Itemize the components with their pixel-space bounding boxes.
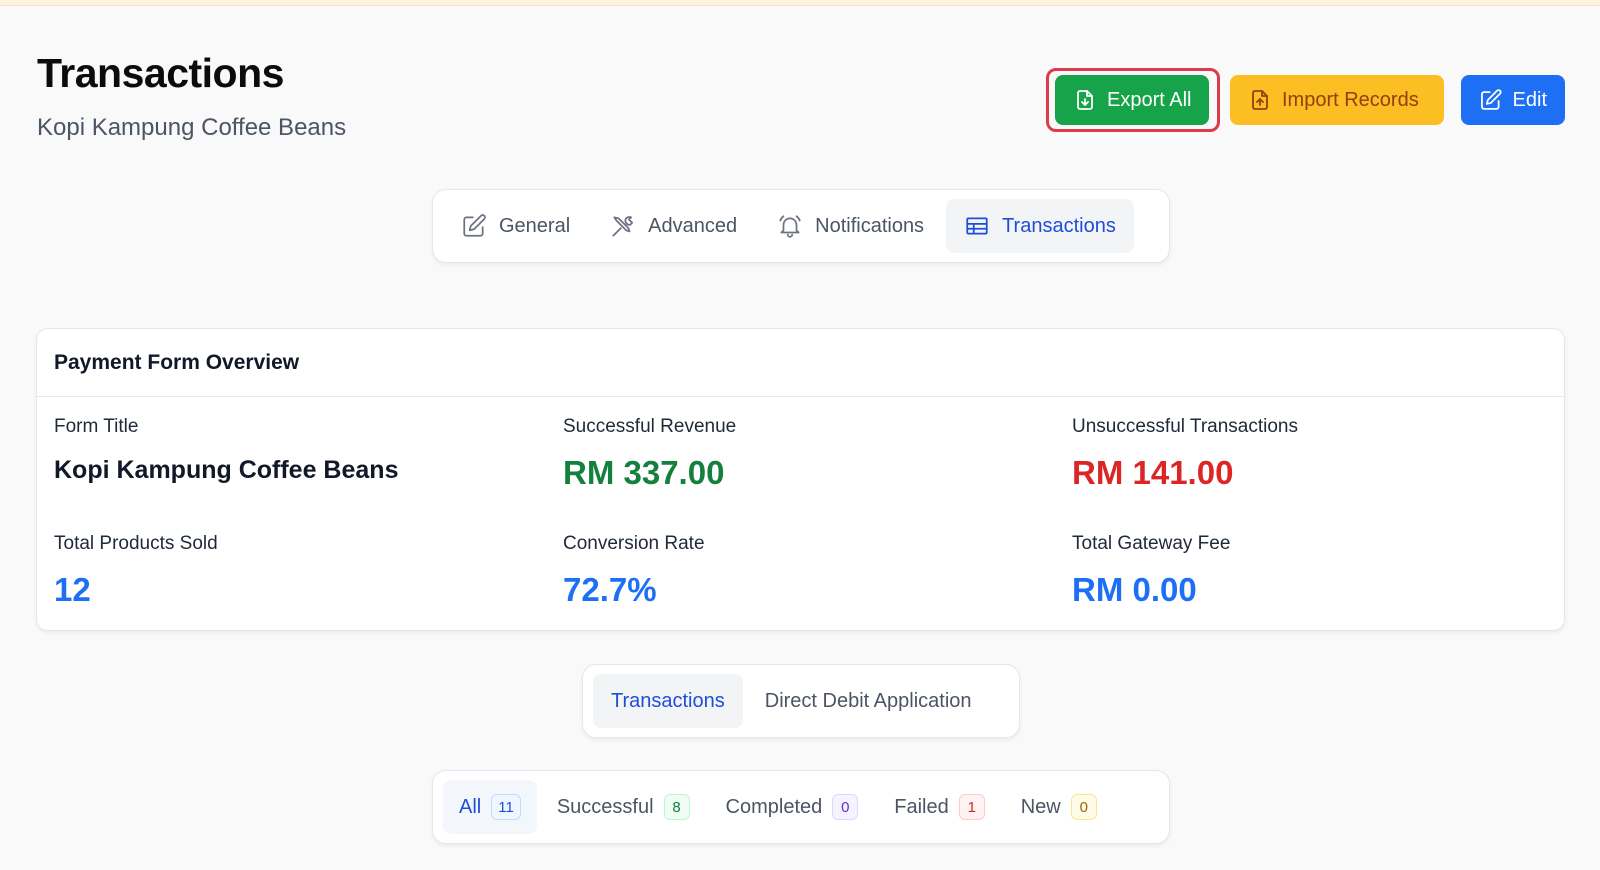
export-all-label: Export All (1107, 88, 1192, 111)
stat-value: 72.7% (563, 571, 657, 608)
tab-advanced-label: Advanced (648, 214, 738, 237)
stat-label: Unsuccessful Transactions (1072, 416, 1298, 437)
stat-total-products-sold: Total Products Sold 12 (54, 533, 218, 609)
top-banner-strip (0, 0, 1600, 6)
overview-heading: Payment Form Overview (37, 329, 1564, 397)
tab-general[interactable]: General (443, 199, 588, 253)
filter-failed[interactable]: Failed 1 (878, 780, 1000, 834)
tab-notifications[interactable]: Notifications (759, 199, 942, 253)
stat-label: Total Gateway Fee (1072, 533, 1231, 554)
record-type-tab-bar: Transactions Direct Debit Application (582, 664, 1020, 738)
stat-value: 12 (54, 571, 91, 608)
file-download-icon (1077, 90, 1093, 110)
tab-advanced[interactable]: Advanced (592, 199, 755, 253)
stat-unsuccessful-transactions: Unsuccessful Transactions RM 141.00 (1072, 416, 1298, 492)
subtab-direct-debit-application[interactable]: Direct Debit Application (747, 674, 990, 728)
edit-button[interactable]: Edit (1461, 75, 1565, 125)
page-title: Transactions (37, 50, 284, 96)
bell-icon (779, 215, 801, 238)
file-upload-icon (1252, 90, 1268, 110)
filter-label: New (1020, 795, 1061, 818)
export-all-button[interactable]: Export All (1055, 75, 1210, 125)
payment-form-overview-card: Payment Form Overview Form Title Kopi Ka… (36, 328, 1565, 631)
tab-transactions[interactable]: Transactions (946, 199, 1134, 253)
import-records-button[interactable]: Import Records (1230, 75, 1444, 125)
filter-successful[interactable]: Successful 8 (541, 780, 706, 834)
status-filter-bar: All 11 Successful 8 Completed 0 Failed 1… (432, 770, 1170, 844)
count-badge: 0 (1070, 794, 1097, 820)
stat-conversion-rate: Conversion Rate 72.7% (563, 533, 705, 609)
count-badge: 0 (832, 794, 859, 820)
stat-value: RM 337.00 (563, 454, 725, 491)
stat-form-title: Form Title Kopi Kampung Coffee Beans (54, 416, 398, 485)
edit-label: Edit (1512, 88, 1547, 111)
filter-label: All (459, 795, 482, 818)
filter-new[interactable]: New 0 (1005, 780, 1113, 834)
filter-label: Successful (556, 795, 654, 818)
edit-icon (1481, 89, 1502, 110)
tab-general-label: General (499, 214, 571, 237)
count-badge: 8 (663, 794, 690, 820)
stat-successful-revenue: Successful Revenue RM 337.00 (563, 416, 736, 492)
filter-label: Failed (894, 795, 949, 818)
stat-label: Form Title (54, 416, 139, 437)
stat-total-gateway-fee: Total Gateway Fee RM 0.00 (1072, 533, 1230, 609)
import-records-label: Import Records (1282, 88, 1419, 111)
stat-label: Successful Revenue (563, 416, 737, 437)
tab-transactions-label: Transactions (1002, 214, 1116, 237)
filter-all[interactable]: All 11 (443, 780, 537, 834)
stat-label: Conversion Rate (563, 533, 705, 554)
edit-icon (463, 214, 486, 237)
settings-tab-bar: General Advanced Notifications Transacti… (432, 189, 1170, 263)
stat-label: Total Products Sold (54, 533, 218, 554)
count-badge: 11 (491, 794, 521, 820)
count-badge: 1 (958, 794, 985, 820)
tools-icon (612, 216, 634, 237)
filter-completed[interactable]: Completed 0 (710, 780, 875, 834)
stat-value: RM 141.00 (1072, 454, 1234, 491)
filter-label: Completed (725, 795, 823, 818)
subtab-transactions[interactable]: Transactions (593, 674, 743, 728)
tab-notifications-label: Notifications (815, 214, 925, 237)
stat-value: RM 0.00 (1072, 571, 1197, 608)
page-subtitle: Kopi Kampung Coffee Beans (37, 114, 347, 141)
table-icon (966, 217, 988, 235)
stat-value: Kopi Kampung Coffee Beans (54, 456, 399, 484)
